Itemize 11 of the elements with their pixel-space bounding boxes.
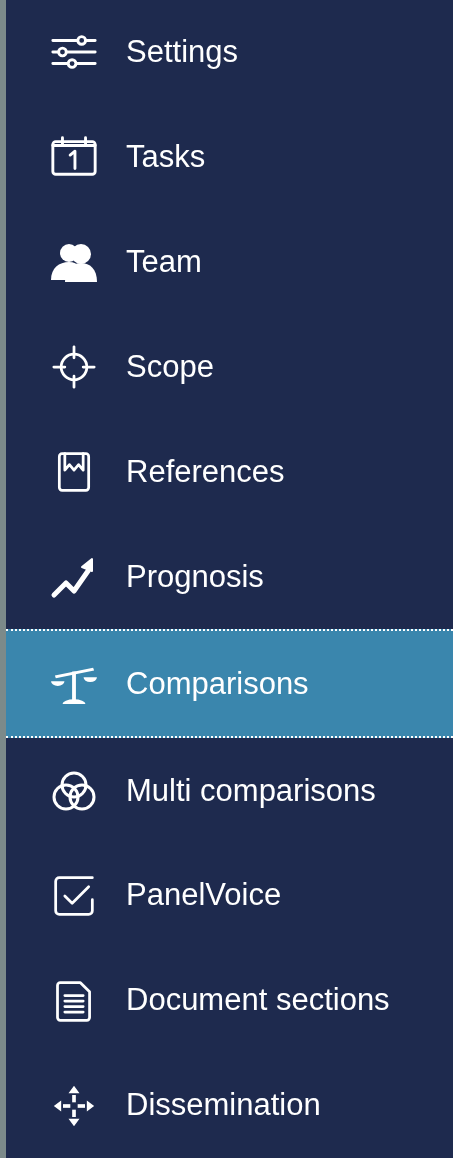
sidebar-item[interactable]: References bbox=[6, 419, 453, 525]
sidebar-item[interactable]: Prognosis bbox=[6, 524, 453, 630]
sidebar-item[interactable]: Comparisons bbox=[6, 629, 453, 739]
sidebar-item[interactable]: Scope bbox=[6, 314, 453, 420]
sidebar-item[interactable]: Multi comparisons bbox=[6, 738, 453, 844]
sidebar-item[interactable]: Document sections bbox=[6, 948, 453, 1054]
sidebar-item[interactable]: Settings bbox=[6, 0, 453, 105]
sidebar-item[interactable]: PanelVoice bbox=[6, 843, 453, 949]
sidebar-item[interactable]: Dissemination bbox=[6, 1053, 453, 1158]
sidebar-item[interactable]: Tasks bbox=[6, 104, 453, 210]
sidebar-item[interactable]: Team bbox=[6, 209, 453, 315]
